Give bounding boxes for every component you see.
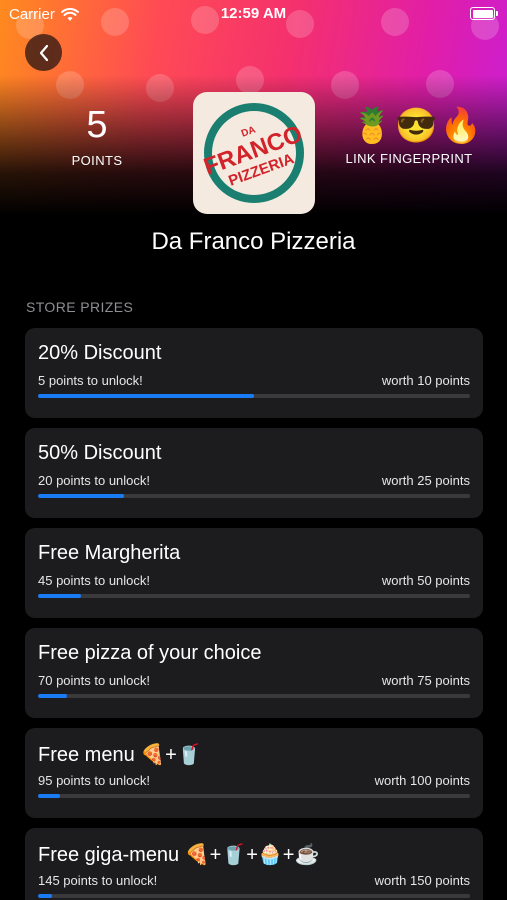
prize-progress-bar [38, 694, 470, 698]
prize-title: 20% Discount [38, 342, 162, 364]
prize-card[interactable]: Free Margherita 45 points to unlock! wor… [25, 528, 483, 618]
store-name: Da Franco Pizzeria [151, 228, 356, 255]
store-logo: DA FRANCO PIZZERIA [193, 92, 315, 214]
prize-unlock-text: 145 points to unlock! [38, 873, 158, 888]
prize-progress-fill [38, 894, 53, 898]
prize-progress-bar [38, 794, 470, 798]
status-bar: Carrier 12:59 AM [0, 0, 507, 30]
prize-unlock-text: 70 points to unlock! [38, 673, 151, 688]
prize-card[interactable]: 50% Discount 20 points to unlock! worth … [25, 428, 483, 518]
prize-progress-fill [38, 394, 254, 398]
clock: 12:59 AM [220, 5, 287, 22]
battery-icon [470, 7, 498, 20]
prize-unlock-text: 5 points to unlock! [38, 373, 143, 388]
prize-worth-text: worth 50 points [381, 573, 470, 588]
prize-progress-fill [38, 594, 82, 598]
prize-unlock-text: 45 points to unlock! [38, 573, 151, 588]
prize-progress-bar [38, 394, 470, 398]
prize-progress-bar [38, 894, 470, 898]
fingerprint-label[interactable]: LINK FINGERPRINT [345, 151, 473, 166]
prize-title: Free Margherita [38, 542, 181, 564]
prize-worth-text: worth 100 points [374, 773, 470, 788]
prize-progress-fill [38, 694, 67, 698]
prize-worth-text: worth 25 points [381, 473, 470, 488]
prize-title: 50% Discount [38, 442, 162, 464]
fingerprint-emojis: 🍍😎🔥 [351, 107, 485, 145]
prize-progress-fill [38, 494, 125, 498]
prize-worth-text: worth 150 points [374, 873, 470, 888]
points-summary: 5 POINTS [58, 103, 136, 168]
prize-card[interactable]: Free menu 🍕+🥤 95 points to unlock! worth… [25, 728, 483, 818]
chevron-left-icon [39, 44, 48, 61]
prize-worth-text: worth 75 points [381, 673, 470, 688]
prize-card[interactable]: Free giga-menu 🍕+🥤+🧁+☕ 145 points to unl… [25, 828, 483, 900]
prize-progress-fill [38, 794, 60, 798]
pizzeria-logo: DA FRANCO PIZZERIA [200, 103, 306, 203]
section-title: STORE PRIZES [26, 299, 134, 315]
fingerprint-block[interactable]: 🍍😎🔥 LINK FINGERPRINT [345, 105, 485, 166]
prize-title: Free menu 🍕+🥤 [38, 744, 202, 766]
prize-list: 20% Discount 5 points to unlock! worth 1… [25, 328, 483, 900]
prize-progress-bar [38, 594, 470, 598]
back-button[interactable] [25, 34, 62, 71]
prize-title: Free giga-menu 🍕+🥤+🧁+☕ [38, 844, 320, 866]
prize-card[interactable]: Free pizza of your choice 70 points to u… [25, 628, 483, 718]
points-value: 5 [86, 104, 108, 146]
prize-unlock-text: 95 points to unlock! [38, 773, 151, 788]
prize-progress-bar [38, 494, 470, 498]
prize-worth-text: worth 10 points [381, 373, 470, 388]
prize-title: Free pizza of your choice [38, 642, 262, 664]
prize-card[interactable]: 20% Discount 5 points to unlock! worth 1… [25, 328, 483, 418]
prize-unlock-text: 20 points to unlock! [38, 473, 151, 488]
points-label: POINTS [71, 153, 123, 168]
